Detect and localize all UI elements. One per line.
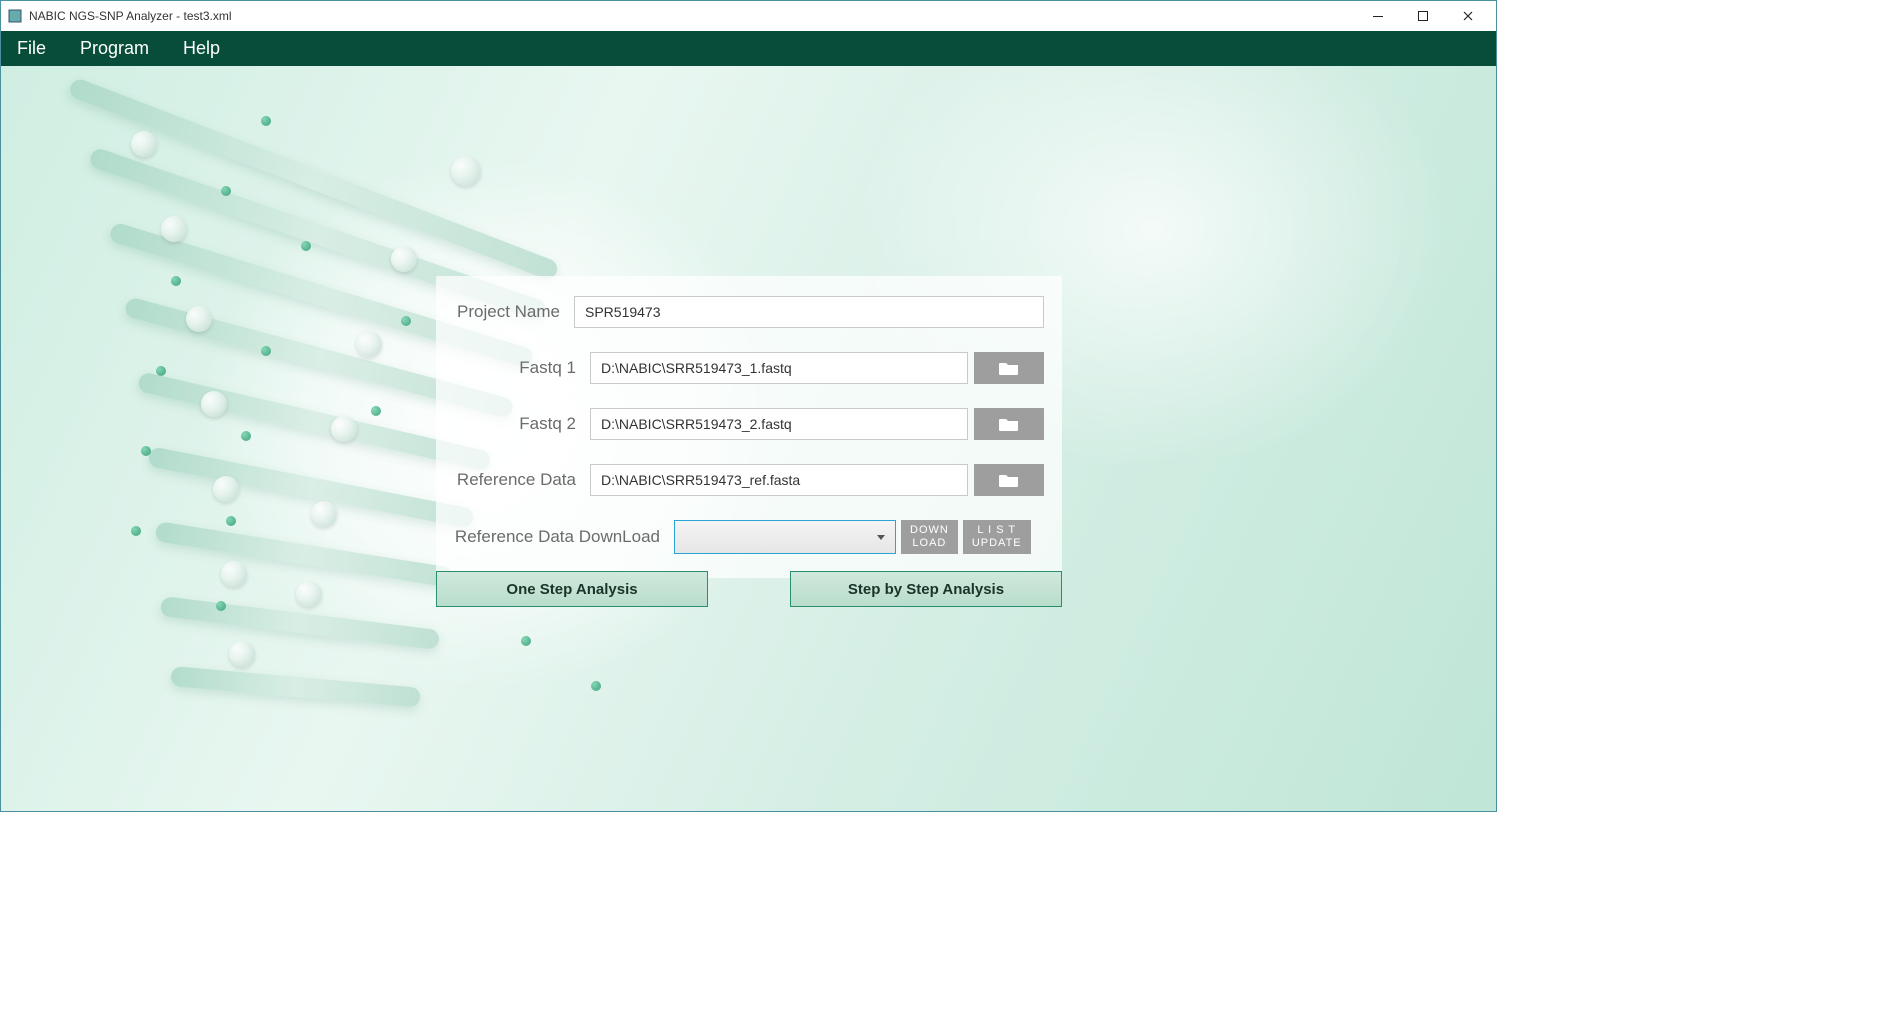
row-project-name: Project Name xyxy=(450,296,1044,328)
reference-data-browse-button[interactable] xyxy=(974,464,1044,496)
folder-icon xyxy=(998,472,1020,488)
row-fastq1: Fastq 1 xyxy=(450,352,1044,384)
reference-data-label: Reference Data xyxy=(450,470,590,490)
app-window: NABIC NGS-SNP Analyzer - test3.xml File … xyxy=(0,0,1497,812)
row-reference-download: Reference Data DownLoad DOWN LOAD L I S … xyxy=(450,520,1044,554)
folder-icon xyxy=(998,416,1020,432)
fastq2-label: Fastq 2 xyxy=(450,414,590,434)
titlebar: NABIC NGS-SNP Analyzer - test3.xml xyxy=(1,1,1496,31)
maximize-button[interactable] xyxy=(1400,1,1445,31)
fastq1-browse-button[interactable] xyxy=(974,352,1044,384)
reference-download-combo[interactable] xyxy=(674,520,896,554)
project-name-input[interactable] xyxy=(574,296,1044,328)
maximize-icon xyxy=(1417,10,1429,22)
row-fastq2: Fastq 2 xyxy=(450,408,1044,440)
window-title: NABIC NGS-SNP Analyzer - test3.xml xyxy=(29,9,232,23)
fastq2-input[interactable] xyxy=(590,408,968,440)
folder-icon xyxy=(998,360,1020,376)
one-step-analysis-button[interactable]: One Step Analysis xyxy=(436,571,708,607)
project-name-label: Project Name xyxy=(450,302,574,322)
download-button[interactable]: DOWN LOAD xyxy=(901,520,958,554)
fastq1-input[interactable] xyxy=(590,352,968,384)
minimize-button[interactable] xyxy=(1355,1,1400,31)
action-row: One Step Analysis Step by Step Analysis xyxy=(436,571,1062,607)
menubar: File Program Help xyxy=(1,31,1496,66)
reference-data-input[interactable] xyxy=(590,464,968,496)
fastq1-label: Fastq 1 xyxy=(450,358,590,378)
form-panel: Project Name Fastq 1 Fastq 2 Reference D… xyxy=(436,276,1062,578)
reference-download-label: Reference Data DownLoad xyxy=(450,527,674,547)
menu-file[interactable]: File xyxy=(9,34,54,63)
app-icon xyxy=(7,8,23,24)
list-update-button[interactable]: L I S T UPDATE xyxy=(963,520,1031,554)
content-area: Project Name Fastq 1 Fastq 2 Reference D… xyxy=(1,66,1496,811)
minimize-icon xyxy=(1372,10,1384,22)
row-reference-data: Reference Data xyxy=(450,464,1044,496)
close-icon xyxy=(1462,10,1474,22)
menu-program[interactable]: Program xyxy=(72,34,157,63)
step-by-step-analysis-button[interactable]: Step by Step Analysis xyxy=(790,571,1062,607)
fastq2-browse-button[interactable] xyxy=(974,408,1044,440)
menu-help[interactable]: Help xyxy=(175,34,228,63)
close-button[interactable] xyxy=(1445,1,1490,31)
